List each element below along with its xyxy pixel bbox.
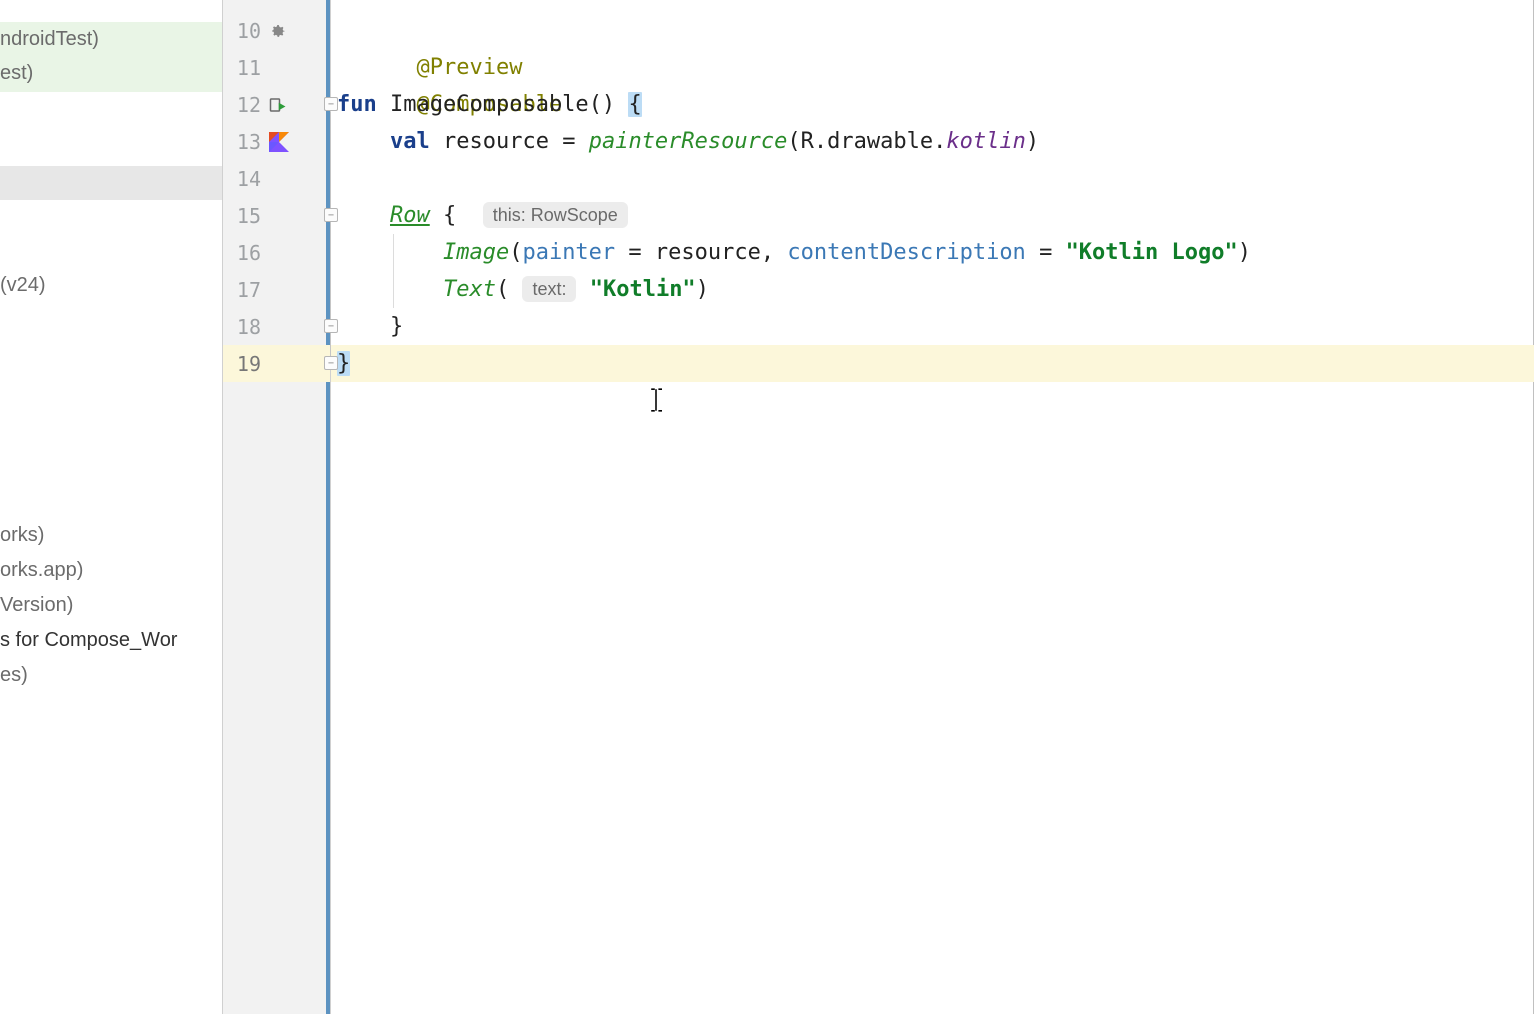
run-preview-icon[interactable]	[269, 96, 287, 114]
line-number: 10	[223, 19, 265, 43]
project-item-label: s for Compose_Wor	[0, 629, 177, 651]
code-line[interactable]: Row { this: RowScope	[331, 197, 1534, 234]
call-token: Text	[443, 277, 496, 302]
code-editor[interactable]: @Preview @Composable fun ImageComposable…	[331, 0, 1534, 1014]
code-line[interactable]	[331, 160, 1534, 197]
keyword-token: val	[390, 129, 430, 154]
project-item[interactable]: orks)	[0, 524, 44, 547]
gutter-row[interactable]: 11	[223, 49, 330, 86]
fold-handle-icon[interactable]	[324, 356, 338, 370]
line-number: 13	[223, 130, 265, 154]
named-param-token: contentDescription	[787, 240, 1025, 265]
project-item-label: orks.app)	[0, 559, 83, 581]
line-number: 17	[223, 278, 265, 302]
line-number: 12	[223, 93, 265, 117]
code-line[interactable]: Text( text: "Kotlin")	[331, 271, 1534, 308]
identifier-token: R	[801, 129, 814, 154]
code-line[interactable]: }	[331, 308, 1534, 345]
punct-token: =	[628, 240, 641, 265]
punct-token: (	[496, 277, 509, 302]
gutter-row[interactable]: 13	[223, 123, 330, 160]
code-line[interactable]: fun ImageComposable() {	[331, 86, 1534, 123]
property-token: kotlin	[946, 129, 1025, 154]
inline-hint: text:	[522, 276, 576, 302]
gutter-row[interactable]: 10	[223, 12, 330, 49]
identifier-token: drawable	[827, 129, 933, 154]
project-item-label: orks)	[0, 524, 44, 546]
project-item[interactable]: s for Compose_Wor	[0, 629, 177, 652]
line-number: 15	[223, 204, 265, 228]
code-line[interactable]: val resource = painterResource(R.drawabl…	[331, 123, 1534, 160]
gutter-row[interactable]: 14	[223, 160, 330, 197]
punct-token: =	[562, 129, 575, 154]
project-item[interactable]: orks.app)	[0, 559, 83, 582]
kotlin-icon[interactable]	[269, 132, 289, 152]
fold-handle-icon[interactable]	[324, 97, 338, 111]
text-cursor-icon	[649, 388, 663, 412]
project-item[interactable]: est)	[0, 62, 33, 85]
punct-token: .	[814, 129, 827, 154]
project-item[interactable]: (v24)	[0, 274, 46, 297]
brace-token-highlight: {	[628, 92, 641, 117]
line-number: 19	[223, 352, 265, 376]
call-token: painterResource	[589, 129, 788, 154]
project-item-highlight-gray	[0, 166, 222, 200]
project-item[interactable]: es)	[0, 664, 28, 687]
function-name-token: ImageComposable	[390, 92, 589, 117]
punct-token: .	[933, 129, 946, 154]
punct-token: )	[696, 277, 709, 302]
punct-token: (	[787, 129, 800, 154]
code-line[interactable]: Image(painter = resource, contentDescrip…	[331, 234, 1534, 271]
fold-guide-line	[330, 223, 331, 319]
punct-token: ()	[589, 92, 616, 117]
brace-token-highlight: }	[337, 351, 350, 376]
editor-gutter[interactable]: 10 11 12 13	[223, 0, 331, 1014]
gutter-row-current[interactable]: 19	[223, 345, 330, 382]
identifier-token: resource	[655, 240, 761, 265]
gutter-row[interactable]: 17	[223, 271, 330, 308]
inline-hint: this: RowScope	[483, 202, 628, 228]
ide-root: ndroidTest) est) (v24) orks) orks.app) V…	[0, 0, 1534, 1014]
call-token: Image	[443, 240, 509, 265]
punct-token: ,	[761, 240, 774, 265]
gutter-row[interactable]: 16	[223, 234, 330, 271]
identifier-token: resource	[443, 129, 549, 154]
gutter-row[interactable]: 12	[223, 86, 330, 123]
gutter-row[interactable]: 18	[223, 308, 330, 345]
named-param-token: painter	[522, 240, 615, 265]
code-line[interactable]: @Preview	[331, 12, 1534, 49]
project-item-label: (v24)	[0, 274, 46, 296]
keyword-token: fun	[337, 92, 377, 117]
gear-icon[interactable]	[269, 22, 287, 40]
project-panel[interactable]: ndroidTest) est) (v24) orks) orks.app) V…	[0, 0, 223, 1014]
fold-handle-icon[interactable]	[324, 208, 338, 222]
project-item-label: est)	[0, 62, 33, 84]
code-line[interactable]: @Composable	[331, 49, 1534, 86]
fold-handle-icon[interactable]	[324, 319, 338, 333]
line-number: 16	[223, 241, 265, 265]
punct-token: (	[509, 240, 522, 265]
project-item-label: es)	[0, 664, 28, 686]
punct-token: =	[1039, 240, 1052, 265]
brace-token: }	[390, 314, 403, 339]
string-token: "Kotlin Logo"	[1066, 240, 1238, 265]
call-token: Row	[390, 203, 430, 228]
project-item-label: Version)	[0, 594, 73, 616]
project-item-label: ndroidTest)	[0, 28, 99, 50]
line-number: 18	[223, 315, 265, 339]
project-item[interactable]: ndroidTest)	[0, 28, 99, 51]
punct-token: )	[1026, 129, 1039, 154]
project-item[interactable]: Version)	[0, 594, 73, 617]
gutter-row[interactable]: 15	[223, 197, 330, 234]
line-number: 11	[223, 56, 265, 80]
line-number: 14	[223, 167, 265, 191]
string-token: "Kotlin"	[590, 277, 696, 302]
punct-token: )	[1238, 240, 1251, 265]
code-line-current[interactable]: }	[331, 345, 1534, 382]
brace-token: {	[443, 203, 456, 228]
